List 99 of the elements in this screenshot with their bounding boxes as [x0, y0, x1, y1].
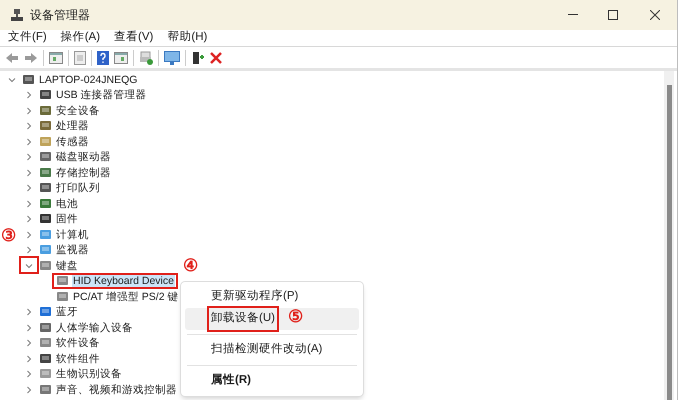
window-icon [49, 52, 63, 64]
menu-option[interactable]: 更新驱动程序(P) [185, 286, 359, 308]
scrollbar[interactable] [664, 71, 674, 400]
menu-option[interactable]: 卸载设备(U) ⑤ [185, 308, 359, 330]
device-icon [39, 120, 52, 132]
chevron-right-icon[interactable] [25, 324, 33, 332]
step-number: ⑤ [288, 308, 303, 326]
window-icon [114, 52, 128, 64]
tree-item[interactable]: 生物识别设备 [55, 367, 123, 382]
menu-option[interactable]: 属性(R) [185, 370, 359, 392]
device-icon [39, 322, 52, 334]
uninstall-button[interactable] [210, 52, 222, 64]
back-arrow-icon [5, 52, 19, 64]
toolbar-button[interactable] [49, 52, 63, 64]
menu-item[interactable]: 帮助(H) [163, 29, 212, 47]
tree-item[interactable]: 软件设备 [55, 336, 101, 350]
chevron-right-icon[interactable] [25, 168, 33, 177]
chevron-down-icon[interactable] [25, 262, 33, 270]
chevron-right-icon[interactable] [25, 106, 33, 115]
toolbar-button[interactable] [114, 52, 128, 64]
step-number: ③ [1, 226, 16, 244]
maximize-icon [608, 10, 618, 20]
device-icon [39, 166, 52, 179]
device-icon [39, 337, 52, 350]
delete-icon [210, 52, 222, 64]
tree-item[interactable]: 软件组件 [55, 352, 101, 366]
close-icon [650, 10, 660, 20]
device-icon [39, 213, 52, 226]
computer-icon [10, 8, 24, 22]
tree-item[interactable]: 声音、视频和游戏控制器 [55, 382, 178, 397]
chevron-right-icon[interactable] [25, 200, 33, 208]
device-icon [39, 198, 52, 210]
tree-item[interactable]: USB 连接器管理器 [55, 88, 148, 102]
window-title: 设备管理器 [30, 7, 90, 24]
device-icon [39, 306, 52, 318]
chevron-right-icon[interactable] [25, 370, 33, 378]
menu-item[interactable]: 文件(F) [4, 29, 51, 47]
back-button[interactable] [5, 52, 19, 64]
forward-arrow-icon [24, 52, 38, 64]
device-icon [39, 244, 52, 256]
device-icon [39, 352, 52, 365]
help-icon [97, 50, 109, 64]
device-icon [56, 275, 69, 288]
highlight-frame [19, 256, 39, 274]
tree-item[interactable]: PC/AT 增强型 PS/2 键 [72, 290, 180, 304]
chevron-right-icon[interactable] [25, 386, 33, 394]
tree-item[interactable]: 电池 [55, 196, 79, 211]
tree-item[interactable]: 人体学输入设备 [55, 320, 134, 335]
tree-item[interactable]: 处理器 [55, 119, 90, 134]
device-icon [39, 368, 52, 380]
device-icon [56, 290, 69, 303]
device-icon [39, 89, 52, 102]
menu-item[interactable]: 操作(A) [56, 29, 104, 47]
tree-item[interactable]: 固件 [55, 212, 79, 226]
printer-icon [139, 50, 153, 64]
device-icon [39, 384, 52, 396]
device-icon [39, 136, 52, 148]
tree-item[interactable]: 蓝牙 [55, 305, 79, 320]
device-icon [39, 228, 52, 241]
tree-item[interactable]: 传感器 [55, 134, 90, 149]
tree-item[interactable]: 安全设备 [55, 104, 101, 118]
tree-item[interactable]: 键盘 [55, 258, 79, 273]
device-icon [22, 74, 35, 86]
tree-item[interactable]: 存储控制器 [55, 166, 112, 180]
chevron-right-icon[interactable] [25, 354, 33, 363]
step-number: ④ [182, 257, 198, 274]
highlight-frame [207, 306, 279, 332]
minimize-icon [568, 14, 578, 16]
toolbar-button[interactable] [139, 50, 153, 64]
chevron-right-icon[interactable] [25, 339, 33, 348]
device-icon [39, 260, 52, 272]
chevron-right-icon[interactable] [25, 153, 33, 162]
chevron-right-icon[interactable] [25, 184, 33, 192]
tree-item[interactable]: 计算机 [55, 228, 90, 242]
device-icon [39, 151, 52, 164]
device-icon [39, 104, 52, 117]
scan-button[interactable] [164, 50, 180, 64]
chevron-right-icon[interactable] [25, 215, 33, 224]
device-icon [39, 182, 52, 194]
forward-button[interactable] [24, 52, 38, 64]
chevron-right-icon[interactable] [25, 122, 33, 130]
computer-name[interactable]: LAPTOP-024JNEQG [38, 72, 138, 87]
chevron-right-icon[interactable] [25, 308, 33, 316]
tree-item[interactable]: 打印队列 [55, 181, 101, 196]
add-device-button[interactable] [191, 50, 205, 64]
chevron-right-icon[interactable] [25, 91, 33, 100]
tree-item[interactable]: 监视器 [55, 243, 90, 258]
tree-item[interactable]: 磁盘驱动器 [55, 150, 112, 164]
document-icon [74, 50, 86, 64]
chevron-right-icon[interactable] [25, 138, 33, 146]
menu-item[interactable]: 查看(V) [110, 29, 158, 47]
chevron-right-icon[interactable] [25, 230, 33, 239]
monitor-icon [164, 50, 180, 64]
chevron-down-icon[interactable] [8, 76, 16, 84]
plug-icon [191, 50, 205, 64]
toolbar-button[interactable] [74, 50, 86, 64]
chevron-right-icon[interactable] [25, 246, 33, 254]
help-button[interactable] [97, 50, 109, 64]
menu-option[interactable]: 扫描检测硬件改动(A) [185, 339, 359, 361]
